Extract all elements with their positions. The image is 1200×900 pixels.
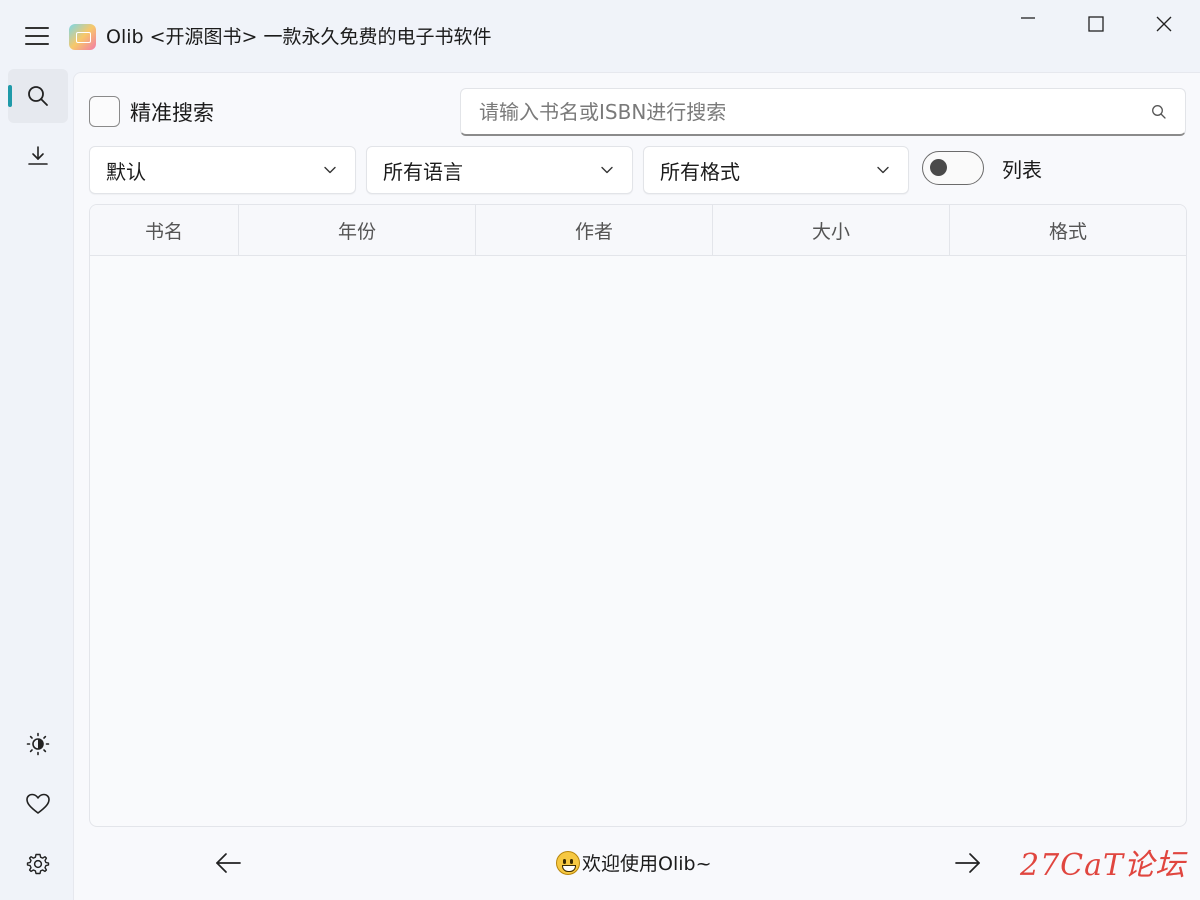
format-dropdown[interactable]: 所有格式: [643, 146, 909, 194]
chevron-down-icon: [324, 166, 336, 174]
column-header-year[interactable]: 年份: [239, 205, 476, 255]
results-table: 书名 年份 作者 大小 格式: [89, 204, 1187, 827]
list-view-toggle[interactable]: 列表: [922, 151, 1042, 185]
sidebar-item-search[interactable]: [8, 69, 68, 123]
status-text: 欢迎使用Olib~: [582, 853, 712, 875]
column-header-format[interactable]: 格式: [950, 205, 1186, 255]
maximize-icon: [1088, 16, 1104, 32]
sidebar-item-download[interactable]: [8, 129, 68, 183]
previous-page-button[interactable]: [208, 847, 248, 879]
watermark: 27CaT论坛: [1020, 848, 1187, 883]
search-box[interactable]: [460, 88, 1186, 136]
close-button[interactable]: [1130, 0, 1198, 48]
sidebar-item-favorite[interactable]: [8, 777, 68, 831]
gear-icon: [26, 853, 50, 875]
status-message: 欢迎使用Olib~: [556, 849, 712, 876]
grinning-face-icon: [556, 850, 580, 875]
active-indicator: [8, 85, 12, 107]
download-icon: [28, 146, 48, 165]
main-panel: 精准搜索 默认 所有语言 所有格式 列表 书名 年份: [73, 72, 1200, 900]
arrow-right-icon: [955, 853, 980, 873]
language-dropdown[interactable]: 所有语言: [366, 146, 633, 194]
language-selected: 所有语言: [383, 159, 463, 184]
close-icon: [1156, 16, 1172, 32]
exact-search-checkbox[interactable]: [89, 96, 120, 127]
toggle-label: 列表: [1002, 157, 1042, 182]
exact-search-option[interactable]: 精准搜索: [89, 96, 214, 127]
minimize-button[interactable]: [994, 0, 1062, 48]
menu-icon[interactable]: [18, 18, 56, 54]
search-input[interactable]: [479, 99, 1119, 124]
arrow-left-icon: [216, 853, 241, 873]
column-header-title[interactable]: 书名: [90, 205, 239, 255]
format-selected: 所有格式: [660, 159, 740, 184]
toggle-knob: [930, 159, 947, 176]
sidebar: [0, 64, 72, 900]
sidebar-item-theme[interactable]: [8, 717, 68, 771]
chevron-down-icon: [601, 166, 613, 174]
sort-selected: 默认: [106, 159, 146, 184]
search-icon: [28, 86, 48, 106]
minimize-icon: [1021, 17, 1035, 19]
chevron-down-icon: [877, 166, 889, 174]
table-header: 书名 年份 作者 大小 格式: [90, 205, 1186, 256]
brightness-icon: [26, 732, 50, 756]
next-page-button[interactable]: [948, 847, 988, 879]
search-icon[interactable]: [1151, 104, 1167, 120]
toggle-switch[interactable]: [922, 151, 984, 185]
exact-search-label: 精准搜索: [130, 100, 214, 125]
column-header-size[interactable]: 大小: [713, 205, 950, 255]
sidebar-item-settings[interactable]: [8, 837, 68, 891]
sort-dropdown[interactable]: 默认: [89, 146, 356, 194]
heart-icon: [26, 793, 50, 814]
column-header-author[interactable]: 作者: [476, 205, 713, 255]
maximize-button[interactable]: [1062, 0, 1130, 48]
app-logo-icon: [69, 24, 96, 50]
window-title: Olib <开源图书> 一款永久免费的电子书软件: [106, 26, 492, 48]
